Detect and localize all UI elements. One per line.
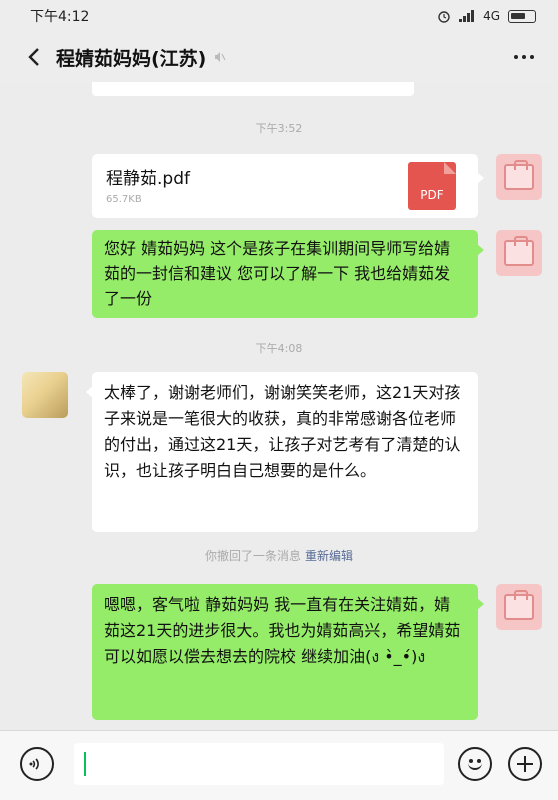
timestamp: 下午4:08 (255, 342, 303, 355)
self-avatar[interactable] (496, 154, 542, 200)
self-avatar[interactable] (496, 584, 542, 630)
battery-icon (508, 9, 536, 23)
status-bar: 下午4:12 4G (0, 0, 558, 32)
message-bubble-contact[interactable]: 太棒了，谢谢老师们，谢谢笑笑老师，这21天对孩子来说是一笔很大的收获，真的非常感… (86, 372, 478, 532)
file-name: 程静茹.pdf (106, 169, 190, 189)
re-edit-link[interactable]: 重新编辑 (305, 549, 353, 563)
more-icon[interactable] (508, 41, 540, 73)
voice-icon[interactable] (20, 747, 54, 781)
file-message[interactable]: 程静茹.pdf 65.7KB PDF (92, 154, 484, 218)
pdf-badge: PDF (420, 188, 444, 202)
message-bubble-self[interactable]: 您好 婧茹妈妈 这个是孩子在集训期间导师写给婧茹的一封信和建议 您可以了解一下 … (92, 230, 484, 318)
contact-avatar[interactable] (22, 372, 68, 418)
mute-icon (215, 52, 226, 62)
plus-icon[interactable] (508, 747, 542, 781)
signal-icon (459, 10, 475, 22)
network-type: 4G (483, 9, 500, 23)
alarm-icon (438, 11, 450, 23)
self-avatar[interactable] (496, 230, 542, 276)
recall-notice: 你撤回了一条消息 重新编辑 (0, 547, 558, 564)
previous-message-card[interactable] (92, 82, 414, 96)
emoji-icon[interactable] (458, 747, 492, 781)
message-bubble-self[interactable]: 嗯嗯，客气啦 静茹妈妈 我一直有在关注婧茹，婧茹这21天的进步很大。我也为婧茹高… (92, 584, 484, 720)
back-icon[interactable] (18, 41, 50, 73)
status-time: 下午4:12 (30, 9, 90, 25)
status-indicators: 4G (437, 9, 536, 23)
text-caret (84, 752, 86, 776)
timestamp: 下午3:52 (255, 122, 303, 135)
file-size: 65.7KB (106, 194, 142, 205)
message-input[interactable] (74, 743, 444, 785)
input-bar (0, 730, 558, 800)
recall-text: 你撤回了一条消息 (204, 549, 301, 563)
chat-header: 程婧茹妈妈(江苏) (0, 32, 558, 82)
message-list[interactable]: 下午3:52 程静茹.pdf 65.7KB PDF 您好 婧茹妈妈 这个是孩子在… (0, 82, 558, 730)
chat-title: 程婧茹妈妈(江苏) (56, 47, 207, 70)
pdf-icon: PDF (408, 162, 456, 210)
